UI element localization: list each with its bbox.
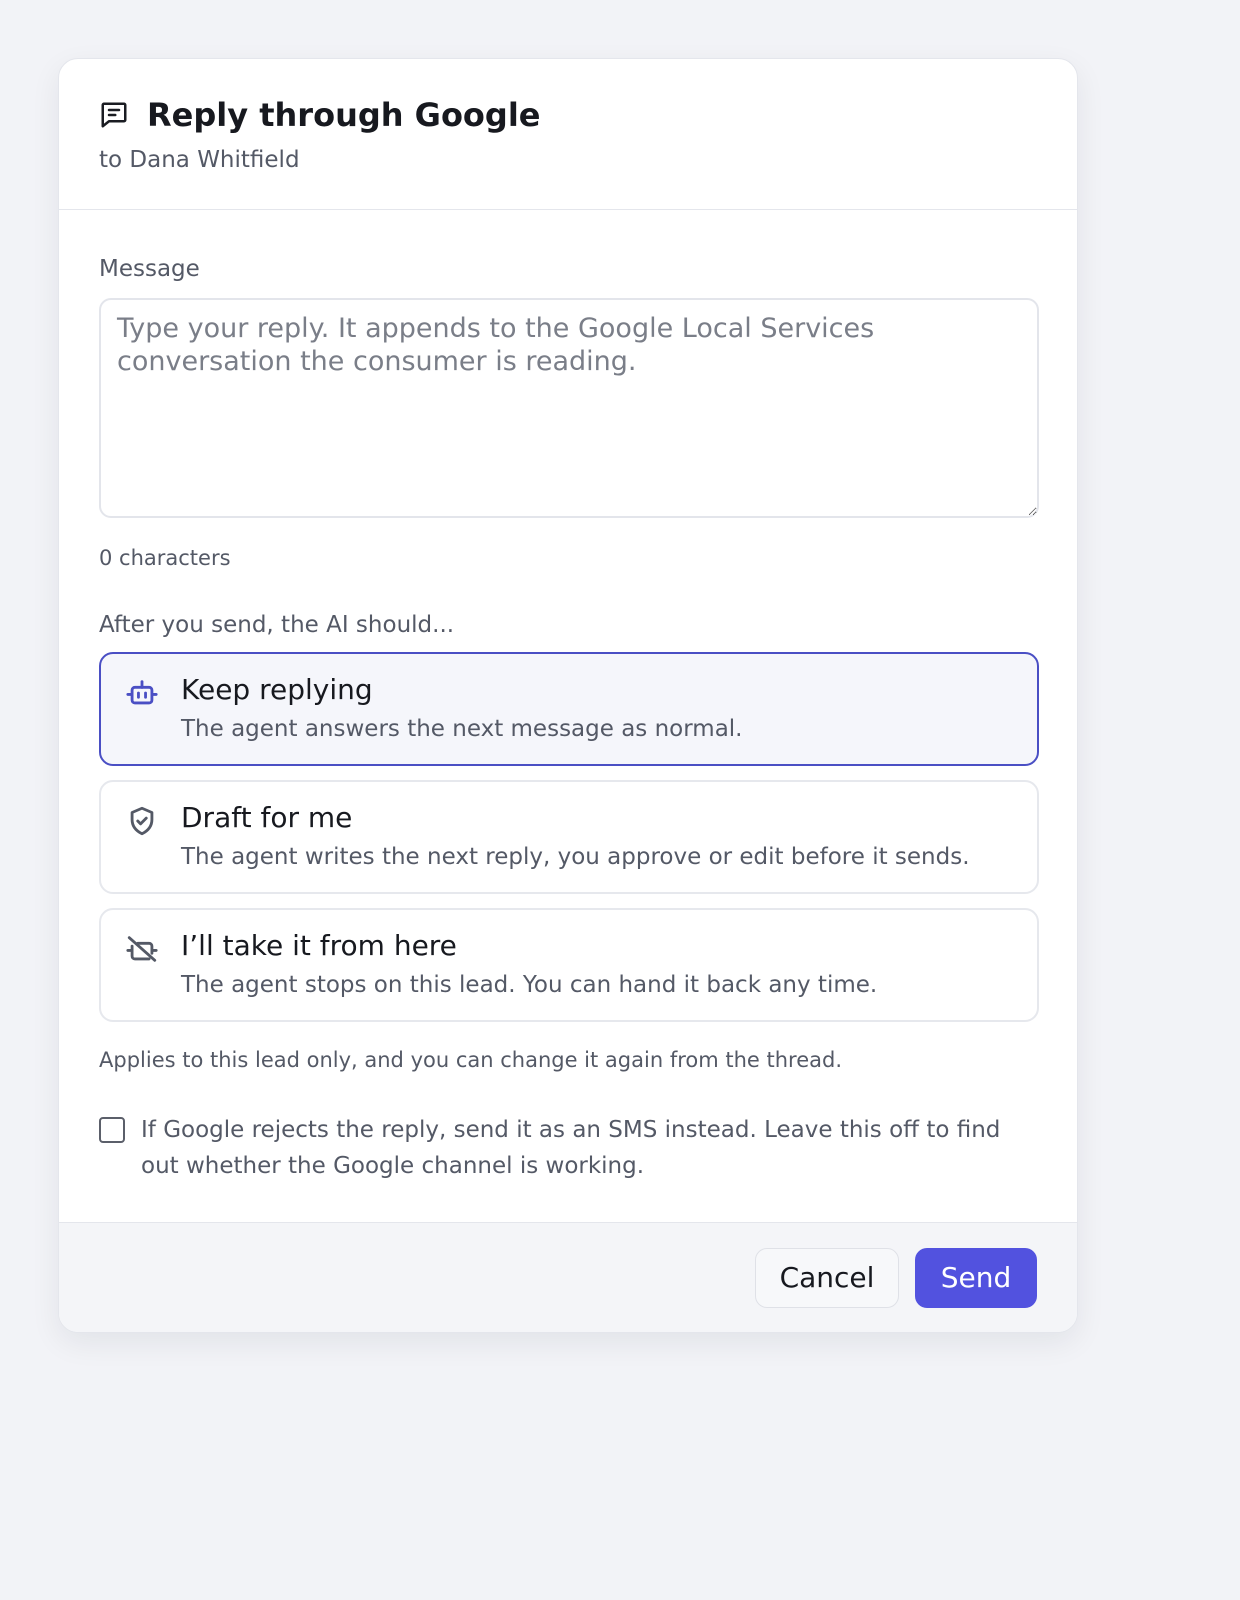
sms-fallback-label[interactable]: If Google rejects the reply, send it as … xyxy=(141,1112,1037,1184)
dialog-footer: Cancel Send xyxy=(59,1222,1077,1332)
option-description: The agent writes the next reply, you app… xyxy=(181,844,970,870)
applies-note: Applies to this lead only, and you can c… xyxy=(99,1048,843,1072)
bot-icon xyxy=(125,676,159,710)
bot-off-icon xyxy=(125,932,159,966)
option-title: I’ll take it from here xyxy=(181,929,457,962)
option-description: The agent answers the next message as no… xyxy=(181,716,743,742)
reply-dialog: Reply through Google to Dana Whitfield M… xyxy=(58,58,1078,1333)
option-title: Keep replying xyxy=(181,673,373,706)
sms-fallback-checkbox[interactable] xyxy=(99,1117,125,1143)
option-draft-for-me[interactable]: Draft for me The agent writes the next r… xyxy=(99,780,1039,894)
option-keep-replying[interactable]: Keep replying The agent answers the next… xyxy=(99,652,1039,766)
cancel-button[interactable]: Cancel xyxy=(755,1247,899,1308)
dialog-title: Reply through Google xyxy=(147,96,541,134)
ai-options-label: After you send, the AI should... xyxy=(99,612,455,638)
message-wrap xyxy=(99,298,1039,522)
title-row: Reply through Google xyxy=(99,95,1037,135)
shield-check-icon xyxy=(125,804,159,838)
message-textarea[interactable] xyxy=(99,298,1039,518)
option-title: Draft for me xyxy=(181,801,353,834)
dialog-subtitle: to Dana Whitfield xyxy=(99,147,300,173)
option-description: The agent stops on this lead. You can ha… xyxy=(181,972,878,998)
message-label: Message xyxy=(99,256,200,282)
dialog-body: Message 0 characters After you send, the… xyxy=(59,210,1077,1222)
ai-options-group: Keep replying The agent answers the next… xyxy=(99,652,1039,1022)
sms-fallback-row: If Google rejects the reply, send it as … xyxy=(99,1112,1037,1184)
character-count: 0 characters xyxy=(99,546,231,570)
send-button[interactable]: Send xyxy=(915,1247,1037,1308)
dialog-header: Reply through Google to Dana Whitfield xyxy=(59,59,1077,210)
message-square-icon xyxy=(99,100,129,130)
option-take-from-here[interactable]: I’ll take it from here The agent stops o… xyxy=(99,908,1039,1022)
